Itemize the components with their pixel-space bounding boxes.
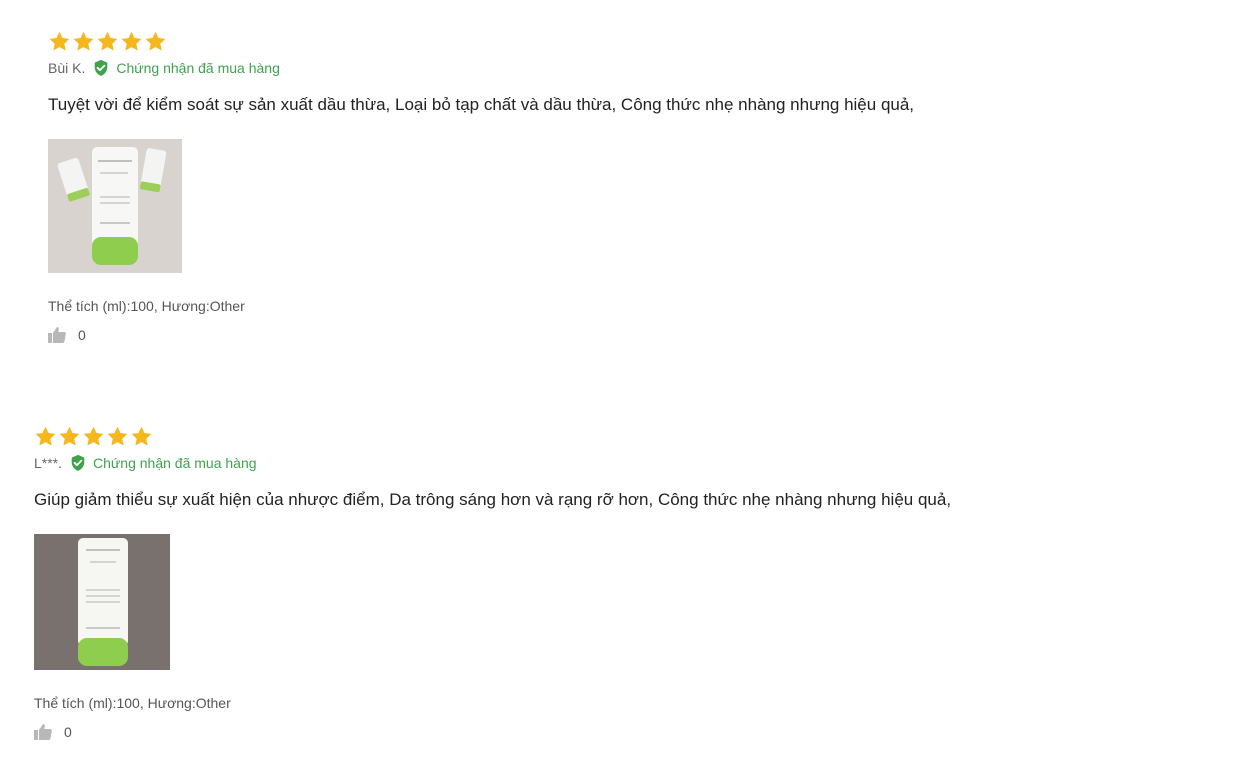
product-attributes: Thể tích (ml):100, Hương:Other: [48, 298, 245, 314]
verified-check-icon: [95, 59, 108, 76]
reviewer-line: Bùi K. Chứng nhận đã mua hàng: [48, 59, 914, 77]
like-count: 0: [78, 327, 86, 343]
star-icon: [59, 426, 80, 446]
like-button[interactable]: 0: [34, 724, 951, 740]
star-icon: [107, 426, 128, 446]
verified-purchase-badge: Chứng nhận đã mua hàng: [69, 454, 257, 472]
star-icon: [35, 426, 56, 446]
product-photo-image: [34, 534, 170, 670]
review-text: Tuyệt vời để kiểm soát sự sản xuất dầu t…: [48, 95, 915, 114]
review-photo[interactable]: [34, 534, 170, 670]
star-icon: [73, 31, 94, 51]
reviewer-name: Bùi K.: [48, 60, 86, 76]
star-icon: [131, 426, 152, 446]
reviewer-line: L***. Chứng nhận đã mua hàng: [34, 454, 951, 472]
star-icon: [49, 31, 70, 51]
product-photo-image: [48, 139, 182, 273]
product-attributes: Thể tích (ml):100, Hương:Other: [34, 695, 231, 711]
verified-check-icon: [71, 454, 85, 471]
star-icon: [83, 426, 104, 446]
star-icon: [97, 31, 118, 51]
thumbs-up-icon: [34, 724, 52, 740]
like-count: 0: [64, 724, 72, 740]
star-icon: [145, 31, 166, 51]
verified-purchase-badge: Chứng nhận đã mua hàng: [92, 59, 280, 77]
review-item: L***. Chứng nhận đã mua hàng Giúp giảm t…: [34, 425, 951, 740]
like-button[interactable]: 0: [48, 327, 914, 343]
review-item: Bùi K. Chứng nhận đã mua hàng Tuyệt vời …: [48, 30, 914, 343]
review-text: Giúp giảm thiểu sự xuất hiện của nhược đ…: [34, 490, 952, 509]
star-rating: [34, 425, 951, 449]
review-photo[interactable]: [48, 139, 182, 273]
thumbs-up-icon: [48, 327, 66, 343]
star-rating: [48, 30, 914, 54]
verified-purchase-label: Chứng nhận đã mua hàng: [116, 60, 280, 76]
star-icon: [121, 31, 142, 51]
verified-purchase-label: Chứng nhận đã mua hàng: [93, 455, 257, 471]
reviewer-name: L***.: [34, 455, 63, 471]
